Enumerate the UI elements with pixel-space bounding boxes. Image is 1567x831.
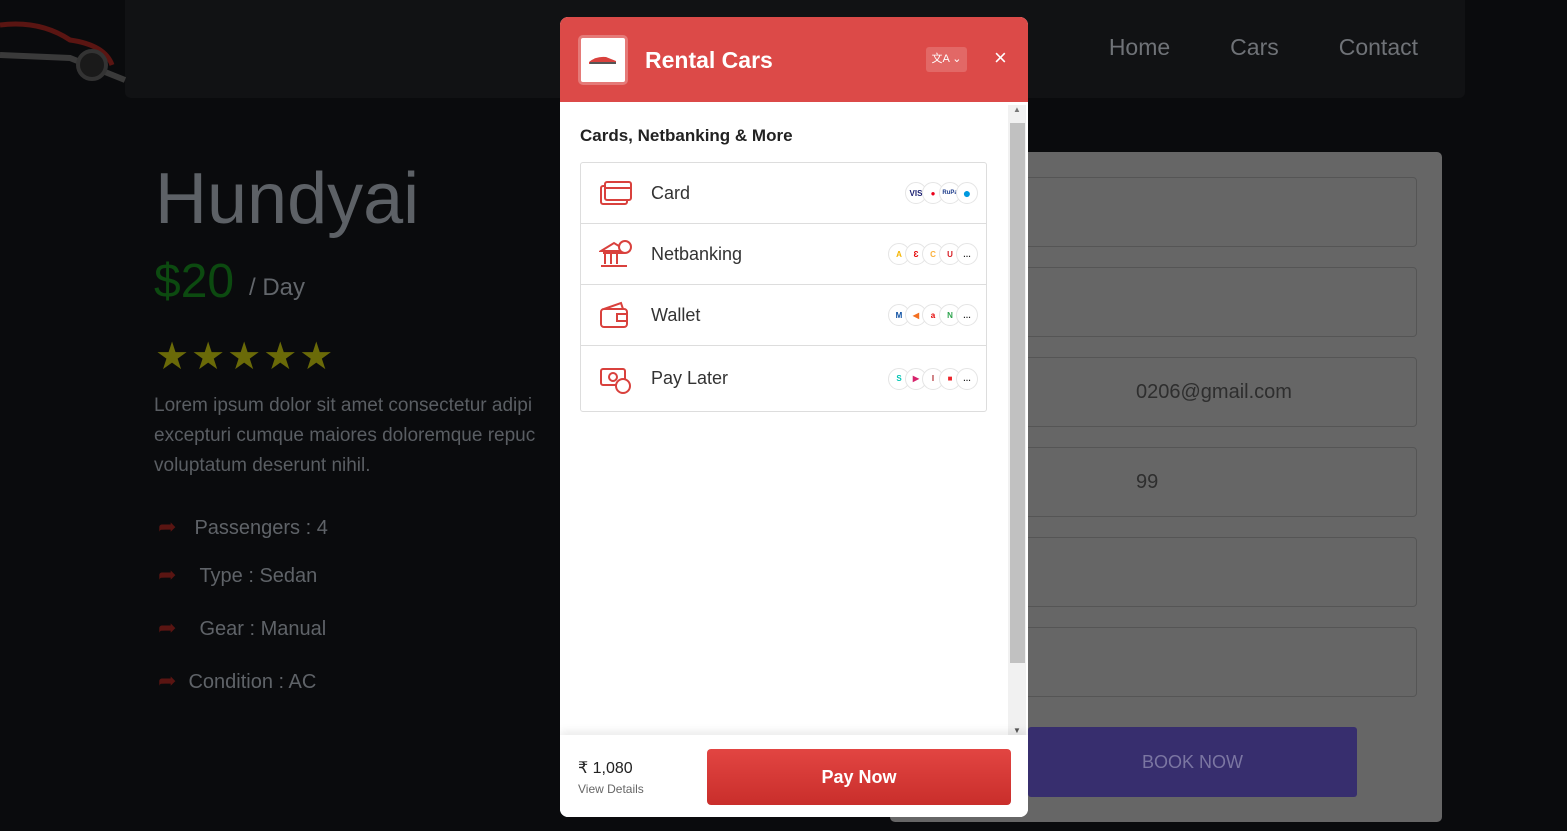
feature-type: ➦ Type : Sedan — [158, 562, 318, 587]
paylater-logos: S ▶ I ■… — [888, 367, 978, 390]
modal-scrollbar[interactable]: ▲ ▼ — [1008, 105, 1026, 735]
nav-home[interactable]: Home — [1109, 34, 1170, 61]
name-input[interactable] — [1000, 177, 1417, 247]
close-icon[interactable]: × — [994, 45, 1007, 71]
method-card[interactable]: Card VIS ● RuPa ● — [581, 163, 986, 224]
modal-header: Rental Cars 文A ⌄ × — [560, 17, 1028, 102]
car-name: Hundyai — [155, 159, 420, 239]
car-description: Lorem ipsum dolor sit amet consectetur a… — [154, 391, 574, 481]
rating-stars: ★★★★★ — [155, 336, 336, 378]
car-logo-icon[interactable] — [0, 10, 130, 90]
desc-line: voluptatum deserunt nihil. — [154, 455, 371, 476]
desc-line: excepturi cumque maiores doloremque repu… — [154, 425, 536, 446]
car-price: $20 — [154, 255, 235, 308]
method-label: Card — [651, 182, 691, 203]
book-now-button[interactable]: BOOK NOW — [1028, 727, 1357, 797]
method-wallet[interactable]: Wallet M ◀ a N… — [581, 285, 986, 346]
car-icon — [589, 56, 616, 64]
bank-logos: A Ɛ C U… — [888, 243, 978, 265]
payment-methods: Card VIS ● RuPa ● Netbanking A Ɛ C U… Wallet M… — [580, 162, 987, 412]
price-unit: / Day — [249, 274, 306, 301]
arrow-icon: ➦ — [158, 615, 177, 640]
arrow-icon: ➦ — [158, 514, 177, 539]
paylater-icon — [600, 367, 631, 394]
feature-passengers: ➦ Passengers : 4 — [158, 514, 328, 539]
nav-cars[interactable]: Cars — [1230, 34, 1279, 61]
bank-icon — [599, 240, 632, 267]
wallet-logos: M ◀ a N… — [888, 304, 978, 326]
method-label: Netbanking — [651, 243, 743, 264]
section-title: Cards, Netbanking & More — [580, 126, 793, 145]
scrollbar-thumb[interactable] — [1010, 123, 1025, 663]
translate-icon[interactable]: 文A ⌄ — [926, 47, 967, 72]
view-details-link[interactable]: View Details — [578, 782, 644, 796]
phone-input[interactable]: 99 — [1000, 447, 1417, 517]
method-paylater[interactable]: Pay Later S ▶ I ■… — [581, 346, 986, 411]
scroll-up-icon[interactable]: ▲ — [1008, 105, 1026, 114]
arrow-icon: ➦ — [158, 668, 177, 693]
card-logos: VIS ● RuPa ● — [905, 182, 978, 204]
email-input[interactable]: 0206@gmail.com — [1000, 357, 1417, 427]
merchant-name: Rental Cars — [645, 47, 773, 73]
total-amount: ₹ 1,080 — [578, 760, 633, 777]
card-icon — [600, 181, 632, 205]
wallet-icon — [600, 301, 628, 328]
pay-now-button[interactable]: Pay Now — [707, 749, 1011, 805]
scroll-down-icon[interactable]: ▼ — [1008, 726, 1026, 735]
date-input[interactable] — [1000, 537, 1417, 607]
method-label: Wallet — [651, 304, 701, 325]
desc-line: Lorem ipsum dolor sit amet consectetur a… — [154, 395, 533, 416]
arrow-icon: ➦ — [158, 562, 177, 587]
days-input[interactable] — [1000, 627, 1417, 697]
nav-contact[interactable]: Contact — [1339, 34, 1418, 61]
method-label: Pay Later — [651, 368, 729, 388]
feature-condition: ➦ Condition : AC — [158, 668, 317, 693]
address-input[interactable] — [1000, 267, 1417, 337]
method-netbanking[interactable]: Netbanking A Ɛ C U… — [581, 224, 986, 285]
merchant-logo — [578, 35, 628, 85]
feature-gear: ➦ Gear : Manual — [158, 615, 327, 640]
modal-footer: ₹ 1,080 View Details Pay Now — [560, 735, 1028, 817]
payment-modal: Rental Cars 文A ⌄ × Cards, Netbanking & M… — [560, 17, 1028, 817]
